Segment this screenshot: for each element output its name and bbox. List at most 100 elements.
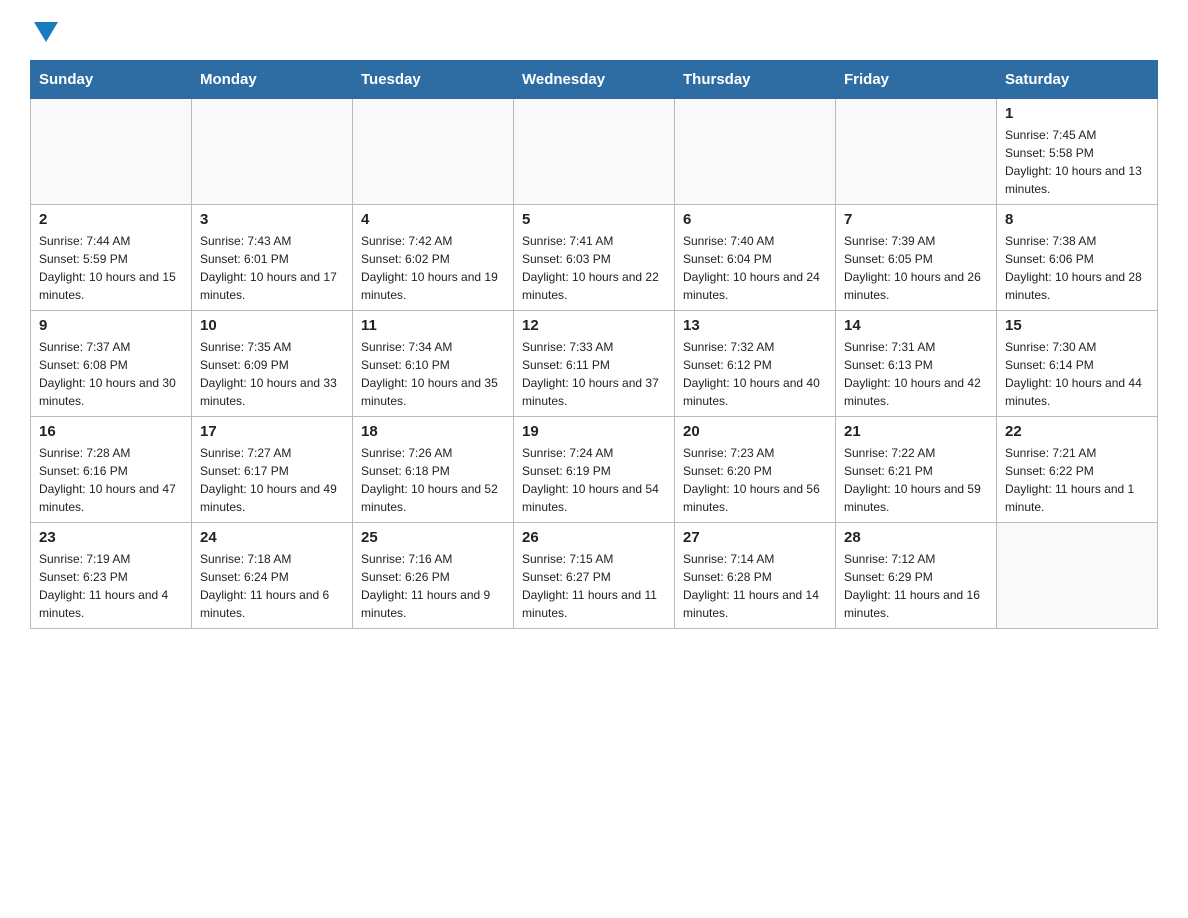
col-header-friday: Friday (836, 61, 997, 99)
col-header-wednesday: Wednesday (514, 61, 675, 99)
calendar-cell: 15 Sunrise: 7:30 AMSunset: 6:14 PMDayligh… (997, 311, 1158, 417)
day-info: Sunrise: 7:24 AMSunset: 6:19 PMDaylight:… (522, 444, 666, 516)
calendar-cell: 4 Sunrise: 7:42 AMSunset: 6:02 PMDaylight… (353, 205, 514, 311)
calendar-cell (31, 99, 192, 205)
day-info: Sunrise: 7:14 AMSunset: 6:28 PMDaylight:… (683, 550, 827, 622)
calendar-cell: 24 Sunrise: 7:18 AMSunset: 6:24 PMDayligh… (192, 523, 353, 629)
calendar-cell: 7 Sunrise: 7:39 AMSunset: 6:05 PMDaylight… (836, 205, 997, 311)
calendar-cell: 22Sunrise: 7:21 AMSunset: 6:22 PMDayligh… (997, 417, 1158, 523)
calendar-cell: 1 Sunrise: 7:45 AMSunset: 5:58 PMDaylight… (997, 99, 1158, 205)
day-number: 6 (683, 211, 827, 228)
page-header (30, 20, 1158, 40)
day-info: Sunrise: 7:28 AMSunset: 6:16 PMDaylight:… (39, 444, 183, 516)
calendar-cell: 3 Sunrise: 7:43 AMSunset: 6:01 PMDaylight… (192, 205, 353, 311)
calendar-cell: 18 Sunrise: 7:26 AMSunset: 6:18 PMDayligh… (353, 417, 514, 523)
calendar-cell: 26 Sunrise: 7:15 AMSunset: 6:27 PMDayligh… (514, 523, 675, 629)
day-info: Sunrise: 7:42 AMSunset: 6:02 PMDaylight:… (361, 232, 505, 304)
calendar-cell: 20 Sunrise: 7:23 AMSunset: 6:20 PMDayligh… (675, 417, 836, 523)
calendar-cell: 16 Sunrise: 7:28 AMSunset: 6:16 PMDayligh… (31, 417, 192, 523)
calendar-week-1: 1 Sunrise: 7:45 AMSunset: 5:58 PMDaylight… (31, 99, 1158, 205)
calendar-cell (192, 99, 353, 205)
calendar-cell: 12 Sunrise: 7:33 AMSunset: 6:11 PMDayligh… (514, 311, 675, 417)
day-number: 13 (683, 317, 827, 334)
col-header-thursday: Thursday (675, 61, 836, 99)
day-number: 3 (200, 211, 344, 228)
day-info: Sunrise: 7:26 AMSunset: 6:18 PMDaylight:… (361, 444, 505, 516)
day-number: 4 (361, 211, 505, 228)
col-header-monday: Monday (192, 61, 353, 99)
calendar-cell: 2 Sunrise: 7:44 AMSunset: 5:59 PMDaylight… (31, 205, 192, 311)
calendar-week-3: 9 Sunrise: 7:37 AMSunset: 6:08 PMDaylight… (31, 311, 1158, 417)
day-info: Sunrise: 7:33 AMSunset: 6:11 PMDaylight:… (522, 338, 666, 410)
day-info: Sunrise: 7:41 AMSunset: 6:03 PMDaylight:… (522, 232, 666, 304)
day-number: 17 (200, 423, 344, 440)
day-number: 27 (683, 529, 827, 546)
calendar-cell: 27 Sunrise: 7:14 AMSunset: 6:28 PMDayligh… (675, 523, 836, 629)
day-number: 8 (1005, 211, 1149, 228)
day-info: Sunrise: 7:40 AMSunset: 6:04 PMDaylight:… (683, 232, 827, 304)
day-info: Sunrise: 7:38 AMSunset: 6:06 PMDaylight:… (1005, 232, 1149, 304)
day-number: 16 (39, 423, 183, 440)
day-number: 24 (200, 529, 344, 546)
calendar-cell: 17 Sunrise: 7:27 AMSunset: 6:17 PMDayligh… (192, 417, 353, 523)
calendar-week-5: 23 Sunrise: 7:19 AMSunset: 6:23 PMDayligh… (31, 523, 1158, 629)
day-number: 9 (39, 317, 183, 334)
day-info: Sunrise: 7:15 AMSunset: 6:27 PMDaylight:… (522, 550, 666, 622)
day-number: 21 (844, 423, 988, 440)
day-info: Sunrise: 7:23 AMSunset: 6:20 PMDaylight:… (683, 444, 827, 516)
calendar-cell (997, 523, 1158, 629)
calendar-cell: 28 Sunrise: 7:12 AMSunset: 6:29 PMDayligh… (836, 523, 997, 629)
calendar-cell: 11Sunrise: 7:34 AMSunset: 6:10 PMDayligh… (353, 311, 514, 417)
day-info: Sunrise: 7:22 AMSunset: 6:21 PMDaylight:… (844, 444, 988, 516)
logo-triangle-icon (34, 22, 58, 42)
calendar-cell: 9 Sunrise: 7:37 AMSunset: 6:08 PMDaylight… (31, 311, 192, 417)
calendar-cell (353, 99, 514, 205)
calendar-cell (514, 99, 675, 205)
day-number: 7 (844, 211, 988, 228)
calendar-cell: 8 Sunrise: 7:38 AMSunset: 6:06 PMDaylight… (997, 205, 1158, 311)
day-info: Sunrise: 7:31 AMSunset: 6:13 PMDaylight:… (844, 338, 988, 410)
day-number: 23 (39, 529, 183, 546)
calendar-header-row: SundayMondayTuesdayWednesdayThursdayFrid… (31, 61, 1158, 99)
calendar-table: SundayMondayTuesdayWednesdayThursdayFrid… (30, 60, 1158, 629)
col-header-saturday: Saturday (997, 61, 1158, 99)
day-number: 1 (1005, 105, 1149, 122)
day-number: 25 (361, 529, 505, 546)
day-number: 19 (522, 423, 666, 440)
calendar-cell: 21 Sunrise: 7:22 AMSunset: 6:21 PMDayligh… (836, 417, 997, 523)
day-info: Sunrise: 7:35 AMSunset: 6:09 PMDaylight:… (200, 338, 344, 410)
day-info: Sunrise: 7:43 AMSunset: 6:01 PMDaylight:… (200, 232, 344, 304)
day-number: 2 (39, 211, 183, 228)
col-header-tuesday: Tuesday (353, 61, 514, 99)
calendar-week-4: 16 Sunrise: 7:28 AMSunset: 6:16 PMDayligh… (31, 417, 1158, 523)
calendar-cell (675, 99, 836, 205)
col-header-sunday: Sunday (31, 61, 192, 99)
day-number: 18 (361, 423, 505, 440)
day-info: Sunrise: 7:44 AMSunset: 5:59 PMDaylight:… (39, 232, 183, 304)
calendar-cell: 19 Sunrise: 7:24 AMSunset: 6:19 PMDayligh… (514, 417, 675, 523)
day-info: Sunrise: 7:12 AMSunset: 6:29 PMDaylight:… (844, 550, 988, 622)
calendar-cell: 5Sunrise: 7:41 AMSunset: 6:03 PMDaylight… (514, 205, 675, 311)
day-info: Sunrise: 7:16 AMSunset: 6:26 PMDaylight:… (361, 550, 505, 622)
day-number: 15 (1005, 317, 1149, 334)
day-info: Sunrise: 7:45 AMSunset: 5:58 PMDaylight:… (1005, 126, 1149, 198)
day-number: 10 (200, 317, 344, 334)
calendar-cell (836, 99, 997, 205)
day-info: Sunrise: 7:39 AMSunset: 6:05 PMDaylight:… (844, 232, 988, 304)
day-info: Sunrise: 7:37 AMSunset: 6:08 PMDaylight:… (39, 338, 183, 410)
day-number: 14 (844, 317, 988, 334)
day-info: Sunrise: 7:19 AMSunset: 6:23 PMDaylight:… (39, 550, 183, 622)
day-number: 20 (683, 423, 827, 440)
day-info: Sunrise: 7:18 AMSunset: 6:24 PMDaylight:… (200, 550, 344, 622)
day-number: 22 (1005, 423, 1149, 440)
day-info: Sunrise: 7:30 AMSunset: 6:14 PMDaylight:… (1005, 338, 1149, 410)
day-number: 12 (522, 317, 666, 334)
day-info: Sunrise: 7:32 AMSunset: 6:12 PMDaylight:… (683, 338, 827, 410)
day-number: 28 (844, 529, 988, 546)
day-info: Sunrise: 7:27 AMSunset: 6:17 PMDaylight:… (200, 444, 344, 516)
logo (30, 20, 58, 40)
calendar-cell: 23 Sunrise: 7:19 AMSunset: 6:23 PMDayligh… (31, 523, 192, 629)
calendar-cell: 6 Sunrise: 7:40 AMSunset: 6:04 PMDaylight… (675, 205, 836, 311)
day-number: 11 (361, 317, 505, 334)
day-number: 26 (522, 529, 666, 546)
